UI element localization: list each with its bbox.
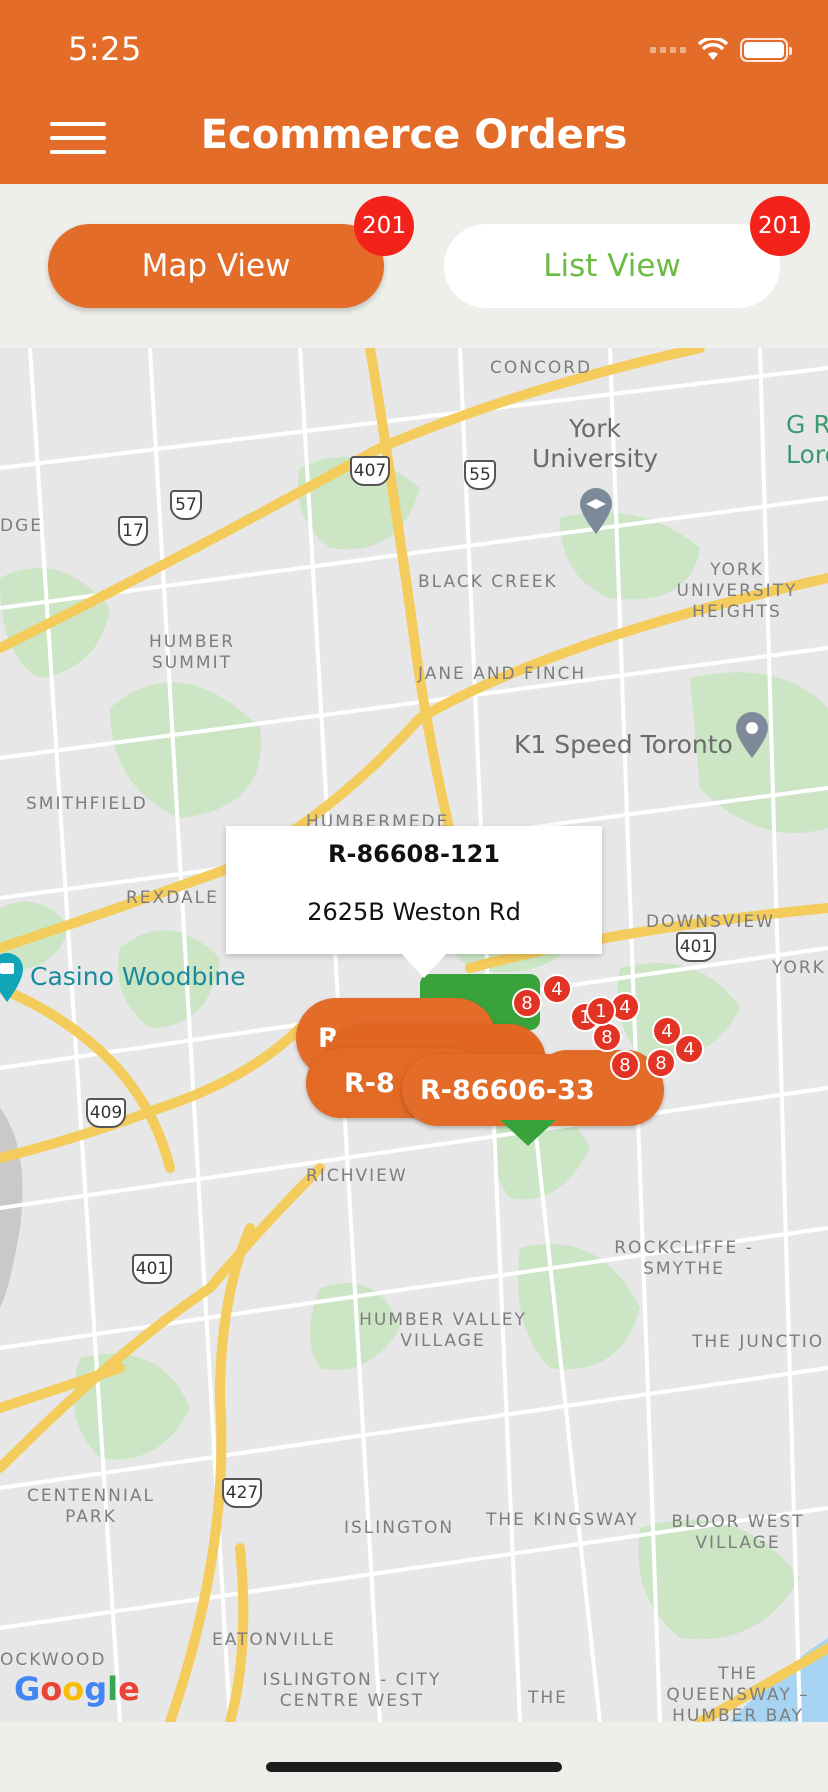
page-title: Ecommerce Orders bbox=[200, 112, 628, 158]
map-label-york-university: York University bbox=[531, 414, 659, 473]
battery-icon bbox=[740, 38, 792, 62]
order-cluster-marker[interactable]: 1 bbox=[586, 996, 616, 1026]
map-label-york: YORK bbox=[772, 958, 826, 978]
highway-shield: 57 bbox=[170, 490, 202, 520]
highway-shield: 55 bbox=[464, 460, 496, 490]
map-label-edge: DGE bbox=[0, 516, 44, 536]
app-header: 5:25 Ecommerce Orders bbox=[0, 0, 828, 184]
order-cluster-marker[interactable]: 8 bbox=[512, 988, 542, 1018]
map-label-eatonville: EATONVILLE bbox=[212, 1630, 336, 1650]
map-label-downsview: DOWNSVIEW bbox=[646, 912, 775, 932]
wifi-icon bbox=[698, 38, 728, 60]
google-logo: Google bbox=[14, 1670, 140, 1708]
map-label-the: THE bbox=[528, 1688, 568, 1708]
highway-shield: 17 bbox=[118, 516, 148, 546]
map-label-richview: RICHVIEW bbox=[306, 1166, 408, 1186]
map-label-k1-speed: K1 Speed Toronto bbox=[514, 730, 733, 759]
map-count-badge: 201 bbox=[354, 196, 414, 256]
highway-shield: 401 bbox=[132, 1254, 172, 1284]
map-label-queensway: THE QUEENSWAY – HUMBER BAY bbox=[666, 1664, 810, 1722]
university-pin-icon bbox=[580, 488, 612, 534]
map-label-bloor-west: BLOOR WEST VILLAGE bbox=[671, 1512, 805, 1553]
map-view[interactable]: CONCORD York University G R Lord DGE BLA… bbox=[0, 348, 828, 1722]
location-pin-icon bbox=[736, 712, 768, 758]
status-time: 5:25 bbox=[68, 30, 142, 68]
info-window-order-id: R-86608-121 bbox=[328, 840, 500, 868]
map-label-humber-summit: HUMBER SUMMIT bbox=[148, 632, 236, 673]
map-label-g-ross-lord: G R Lord bbox=[786, 410, 828, 469]
highway-shield: 409 bbox=[86, 1098, 126, 1128]
map-label-kingsway: THE KINGSWAY bbox=[486, 1510, 639, 1530]
map-label-york-heights: YORK UNIVERSITY HEIGHTS bbox=[676, 560, 798, 622]
highway-shield: 401 bbox=[676, 932, 716, 962]
map-label-islington: ISLINGTON bbox=[344, 1518, 455, 1538]
order-cluster-marker[interactable]: 8 bbox=[646, 1048, 676, 1078]
map-label-casino: Casino Woodbine bbox=[30, 962, 246, 991]
map-label-rexdale: REXDALE bbox=[126, 888, 219, 908]
highway-shield: 427 bbox=[222, 1478, 262, 1508]
map-label-centennial: CENTENNIAL PARK bbox=[26, 1486, 155, 1527]
map-label-smithfield: SMITHFIELD bbox=[26, 794, 148, 814]
map-label-rockcliffe: ROCKCLIFFE - SMYTHE bbox=[614, 1238, 754, 1279]
order-cluster-marker[interactable]: 8 bbox=[610, 1050, 640, 1080]
order-info-window[interactable]: R-86608-121 2625B Weston Rd bbox=[226, 826, 602, 978]
order-cluster-marker[interactable]: 4 bbox=[542, 974, 572, 1004]
map-label-humber-valley: HUMBER VALLEY VILLAGE bbox=[359, 1310, 527, 1351]
signal-icon bbox=[650, 47, 686, 53]
status-icons bbox=[650, 36, 792, 64]
map-label-lockwood: OCKWOOD bbox=[0, 1650, 107, 1670]
map-label-concord: CONCORD bbox=[490, 358, 593, 378]
casino-pin-icon bbox=[0, 953, 23, 1002]
highway-shield: 407 bbox=[350, 456, 390, 486]
map-label-black-creek: BLACK CREEK bbox=[418, 572, 558, 592]
info-window-address: 2625B Weston Rd bbox=[307, 898, 521, 926]
order-cluster-marker[interactable]: 4 bbox=[674, 1034, 704, 1064]
map-label-jane-finch: JANE AND FINCH bbox=[418, 664, 587, 684]
tab-map-view[interactable]: Map View bbox=[48, 224, 384, 308]
order-cluster-marker[interactable]: 8 bbox=[592, 1022, 622, 1052]
tab-list-view[interactable]: List View bbox=[444, 224, 780, 308]
map-label-junction: THE JUNCTIO bbox=[692, 1332, 825, 1352]
list-count-badge: 201 bbox=[750, 196, 810, 256]
map-label-islington-city: ISLINGTON - CITY CENTRE WEST bbox=[262, 1670, 442, 1711]
home-indicator[interactable] bbox=[266, 1762, 562, 1772]
